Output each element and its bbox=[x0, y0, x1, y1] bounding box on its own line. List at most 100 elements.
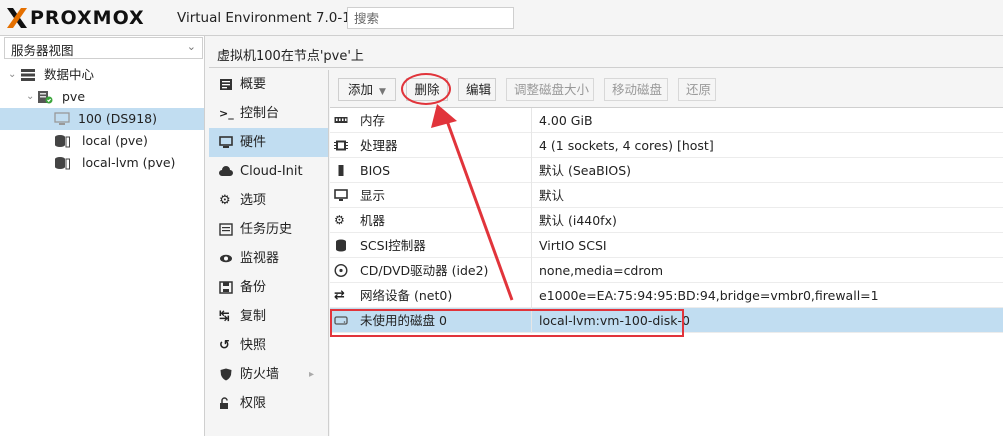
hardware-row-cpu[interactable]: 处理器 4 (1 sockets, 4 cores) [host] bbox=[330, 133, 1003, 158]
console-icon: >_ bbox=[219, 107, 234, 120]
nav-firewall[interactable]: 防火墙 ▸ bbox=[209, 360, 328, 389]
tree-item-pve[interactable]: ⌄ pve bbox=[0, 86, 204, 108]
hardware-toolbar: 添加 ▼ 删除 编辑 调整磁盘大小 移动磁盘 还原 bbox=[330, 70, 1003, 108]
resize-disk-button[interactable]: 调整磁盘大小 bbox=[506, 78, 594, 101]
hardware-value: none,media=cdrom bbox=[539, 263, 664, 278]
nav-permissions[interactable]: 权限 bbox=[209, 389, 328, 418]
hardware-name: 处理器 bbox=[360, 138, 398, 153]
nav-task-history[interactable]: 任务历史 bbox=[209, 215, 328, 244]
proxmox-x-icon bbox=[7, 8, 27, 28]
top-bar: PROXMOX Virtual Environment 7.0-11 bbox=[0, 0, 1003, 36]
nav-replication[interactable]: ↹ 复制 bbox=[209, 302, 328, 331]
chevron-down-icon: ⌄ bbox=[186, 40, 196, 53]
vm-nav: 概要 >_ 控制台 硬件 Cloud-Init ⚙ 选项 任务历史 监视器 备份 bbox=[209, 70, 329, 436]
summary-icon bbox=[220, 79, 232, 90]
add-button[interactable]: 添加 ▼ bbox=[338, 78, 396, 101]
hardware-value: 默认 (SeaBIOS) bbox=[539, 163, 632, 178]
hardware-name: SCSI控制器 bbox=[360, 238, 426, 253]
nav-console[interactable]: >_ 控制台 bbox=[209, 99, 328, 128]
resource-tree-panel: 服务器视图 ⌄ ⌄ 数据中心 ⌄ pve 100 (DS918) local (… bbox=[0, 36, 205, 436]
tree-item-local[interactable]: local (pve) bbox=[0, 130, 204, 152]
unlock-icon bbox=[220, 397, 228, 409]
datacenter-icon bbox=[21, 69, 35, 81]
tree-item-label: 数据中心 bbox=[44, 67, 95, 82]
hardware-value: 4.00 GiB bbox=[539, 113, 593, 128]
hardware-row-display[interactable]: 显示 默认 bbox=[330, 183, 1003, 208]
nav-label: 复制 bbox=[240, 309, 267, 324]
cloud-icon bbox=[219, 166, 233, 176]
hardware-value: 4 (1 sockets, 4 cores) [host] bbox=[539, 138, 714, 153]
storage-icon bbox=[55, 157, 70, 170]
remove-button[interactable]: 删除 bbox=[406, 78, 448, 101]
edit-button[interactable]: 编辑 bbox=[458, 78, 496, 101]
collapse-icon[interactable]: ⌄ bbox=[26, 86, 34, 108]
nav-label: 硬件 bbox=[240, 135, 267, 150]
database-icon bbox=[336, 239, 346, 252]
hardware-name: 显示 bbox=[360, 188, 386, 203]
hardware-name: 网络设备 (net0) bbox=[360, 288, 453, 303]
server-icon bbox=[38, 91, 53, 104]
tree-item-vm-100[interactable]: 100 (DS918) bbox=[0, 108, 204, 130]
hardware-value: VirtIO SCSI bbox=[539, 238, 607, 253]
exchange-icon: ⇄ bbox=[334, 288, 345, 303]
cogs-icon: ⚙ bbox=[334, 213, 345, 227]
nav-cloud-init[interactable]: Cloud-Init bbox=[209, 157, 328, 186]
hardware-name: 内存 bbox=[360, 113, 386, 128]
tree-item-label: pve bbox=[62, 89, 86, 104]
retweet-icon: ↹ bbox=[219, 309, 230, 324]
tree-item-label: 100 (DS918) bbox=[78, 111, 158, 126]
tree-item-label: local (pve) bbox=[82, 133, 148, 148]
tree-item-datacenter[interactable]: ⌄ 数据中心 bbox=[0, 64, 204, 86]
hardware-content: 添加 ▼ 删除 编辑 调整磁盘大小 移动磁盘 还原 内存 4.00 GiB 处理器… bbox=[330, 70, 1003, 436]
tree-item-label: local-lvm (pve) bbox=[82, 155, 176, 170]
history-icon: ↺ bbox=[219, 338, 230, 353]
desktop-icon bbox=[334, 189, 348, 201]
view-select-value: 服务器视图 bbox=[11, 43, 74, 58]
hardware-row-unused-disk[interactable]: 未使用的磁盘 0 local-lvm:vm-100-disk-0 bbox=[330, 308, 1003, 333]
resource-tree: ⌄ 数据中心 ⌄ pve 100 (DS918) local (pve) loc… bbox=[0, 64, 204, 174]
revert-button[interactable]: 还原 bbox=[678, 78, 716, 101]
hardware-value: local-lvm:vm-100-disk-0 bbox=[539, 313, 690, 328]
hardware-row-network[interactable]: ⇄ 网络设备 (net0) e1000e=EA:75:94:95:BD:94,b… bbox=[330, 283, 1003, 308]
hardware-value: 默认 bbox=[539, 188, 565, 203]
hardware-name: BIOS bbox=[360, 163, 391, 178]
nav-label: 选项 bbox=[240, 193, 267, 208]
nav-options[interactable]: ⚙ 选项 bbox=[209, 186, 328, 215]
nav-summary[interactable]: 概要 bbox=[209, 70, 328, 99]
hardware-value: e1000e=EA:75:94:95:BD:94,bridge=vmbr0,fi… bbox=[539, 288, 879, 303]
cpu-icon bbox=[334, 140, 348, 151]
logo-text: PROXMOX bbox=[30, 7, 145, 29]
page-title: 虚拟机100在节点'pve'上 bbox=[209, 36, 1003, 68]
nav-snapshot[interactable]: ↺ 快照 bbox=[209, 331, 328, 360]
search-input[interactable] bbox=[347, 7, 514, 29]
hdd-icon bbox=[334, 316, 348, 325]
vm-icon bbox=[54, 112, 70, 125]
hardware-row-memory[interactable]: 内存 4.00 GiB bbox=[330, 108, 1003, 133]
nav-hardware[interactable]: 硬件 bbox=[209, 128, 328, 157]
microchip-icon bbox=[338, 165, 344, 176]
memory-icon bbox=[334, 117, 348, 123]
hardware-icon bbox=[219, 136, 233, 148]
nav-label: 权限 bbox=[240, 396, 267, 411]
shield-icon bbox=[220, 368, 232, 381]
hardware-value: 默认 (i440fx) bbox=[539, 213, 617, 228]
tree-item-local-lvm[interactable]: local-lvm (pve) bbox=[0, 152, 204, 174]
version-label: Virtual Environment 7.0-11 bbox=[177, 10, 360, 26]
view-select[interactable]: 服务器视图 ⌄ bbox=[4, 37, 203, 59]
proxmox-logo[interactable]: PROXMOX bbox=[6, 7, 145, 29]
chevron-right-icon: ▸ bbox=[308, 369, 314, 380]
nav-label: 任务历史 bbox=[240, 222, 293, 237]
collapse-icon[interactable]: ⌄ bbox=[8, 64, 16, 86]
nav-backup[interactable]: 备份 bbox=[209, 273, 328, 302]
hardware-row-bios[interactable]: BIOS 默认 (SeaBIOS) bbox=[330, 158, 1003, 183]
move-disk-button[interactable]: 移动磁盘 bbox=[604, 78, 668, 101]
nav-label: Cloud-Init bbox=[240, 164, 303, 179]
floppy-icon bbox=[219, 281, 233, 294]
hardware-row-machine[interactable]: ⚙ 机器 默认 (i440fx) bbox=[330, 208, 1003, 233]
hardware-row-cdrom[interactable]: CD/DVD驱动器 (ide2) none,media=cdrom bbox=[330, 258, 1003, 283]
hardware-row-scsi[interactable]: SCSI控制器 VirtIO SCSI bbox=[330, 233, 1003, 258]
vm-panel: 虚拟机100在节点'pve'上 概要 >_ 控制台 硬件 Cloud-Init … bbox=[209, 36, 1003, 436]
hardware-name: 未使用的磁盘 0 bbox=[360, 313, 447, 328]
nav-monitor[interactable]: 监视器 bbox=[209, 244, 328, 273]
nav-label: 备份 bbox=[240, 280, 267, 295]
